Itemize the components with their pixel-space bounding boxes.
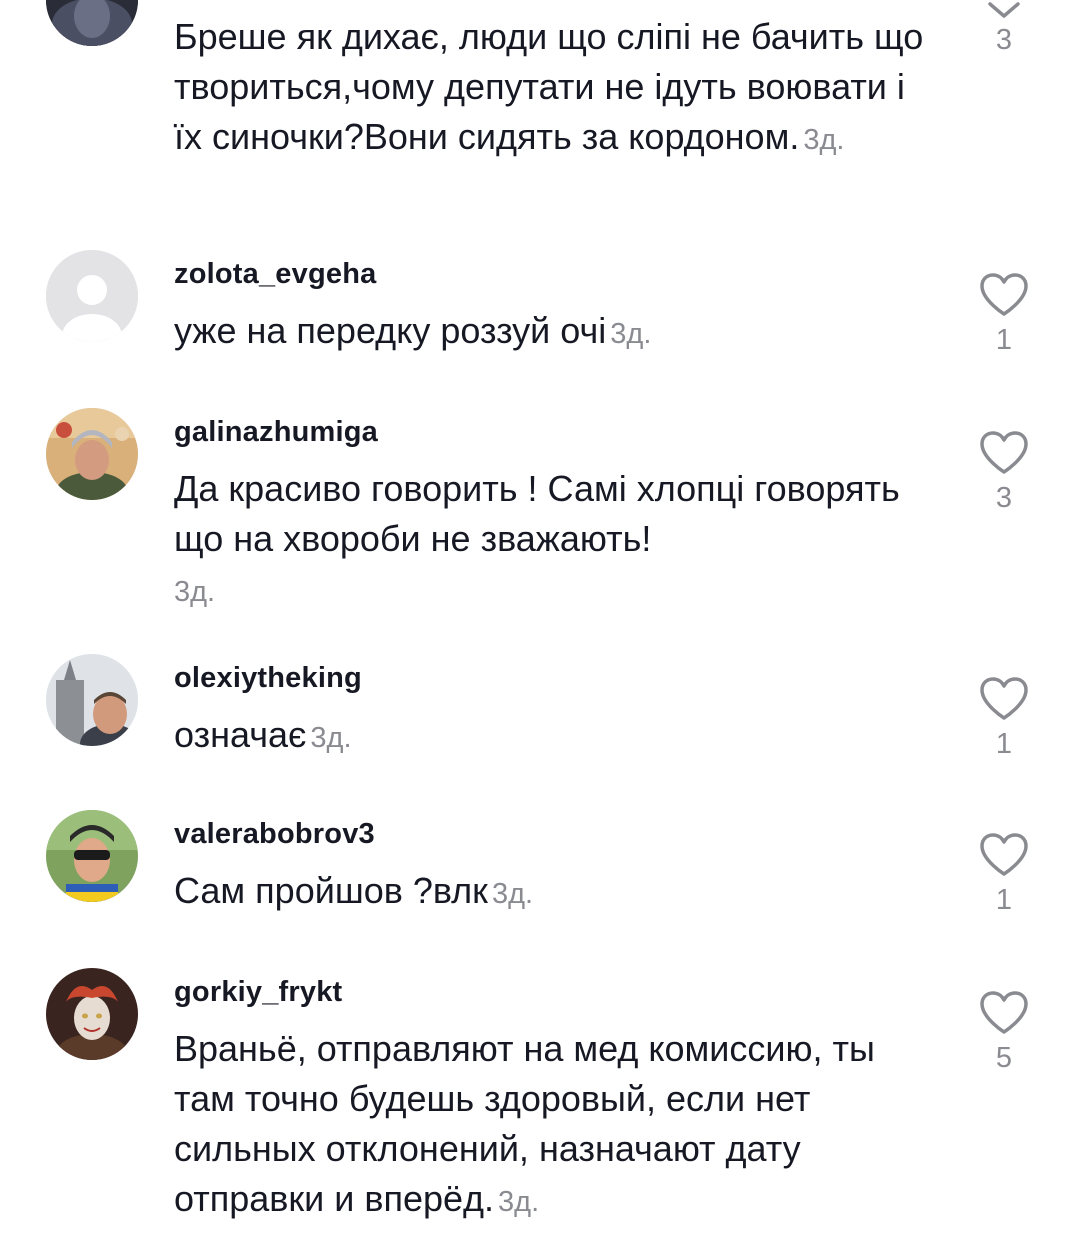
avatar-image [46,654,138,746]
avatar-image [46,408,138,500]
comment-username[interactable]: olexiytheking [174,662,362,695]
comment-text: означає [174,714,307,755]
like-count: 3 [995,482,1013,514]
avatar[interactable] [46,654,138,746]
avatar[interactable] [46,968,138,1060]
avatar-image [46,0,138,46]
like-button[interactable]: 1 [974,272,1034,357]
avatar[interactable] [46,810,138,902]
expand-toggle[interactable]: 3 [974,0,1034,57]
like-count: 5 [995,1042,1013,1074]
comment-time: 3д. [174,576,216,608]
like-button[interactable]: 1 [974,832,1034,917]
heart-outline-icon[interactable] [978,430,1030,476]
comment-username[interactable]: valerabobrov3 [174,818,375,851]
comment-body: Бреше як дихає, люди що сліпі не бачить … [174,12,934,165]
avatar-image [46,810,138,902]
comment-text: Да красиво говорить ! Самі хлопці говоря… [174,468,900,559]
comment-time: 3д. [498,1186,540,1218]
comment-username[interactable]: gorkiy_frykt [174,976,342,1009]
heart-outline-icon[interactable] [978,832,1030,878]
comment-text: Сам пройшов ?влк [174,870,488,911]
like-button[interactable]: 1 [974,676,1034,761]
avatar[interactable] [46,0,138,46]
like-count: 1 [995,324,1013,356]
comment-time: 3д. [610,318,652,350]
like-count: 1 [995,884,1013,916]
like-button[interactable]: 3 [974,430,1034,515]
avatar-image [46,968,138,1060]
comment-time: 3д. [310,722,352,754]
like-count: 3 [995,24,1013,56]
like-count: 1 [995,728,1013,760]
avatar[interactable] [46,250,138,342]
chevron-down-icon[interactable] [986,0,1022,22]
heart-outline-icon[interactable] [978,676,1030,722]
default-avatar-icon [46,250,138,342]
comment-body: Сам пройшов ?влк 3д. [174,866,934,919]
comment-body: Враньё, отправляют на мед комиссию, ты т… [174,1024,934,1227]
heart-outline-icon[interactable] [978,990,1030,1036]
like-button[interactable]: 5 [974,990,1034,1075]
comment-body: уже на передку роззуй очі 3д. [174,306,934,359]
comment-time: 3д. [491,878,534,910]
avatar[interactable] [46,408,138,500]
comment-time: 3д. [803,124,845,156]
comment-username[interactable]: galinazhumiga [174,416,378,449]
comment-username[interactable]: zolota_evgeha [174,258,376,291]
comment-body: означає 3д. [174,710,934,763]
heart-outline-icon[interactable] [978,272,1030,318]
comment-text: уже на передку роззуй очі [174,310,607,351]
comment-body: Да красиво говорить ! Самі хлопці говоря… [174,464,934,617]
